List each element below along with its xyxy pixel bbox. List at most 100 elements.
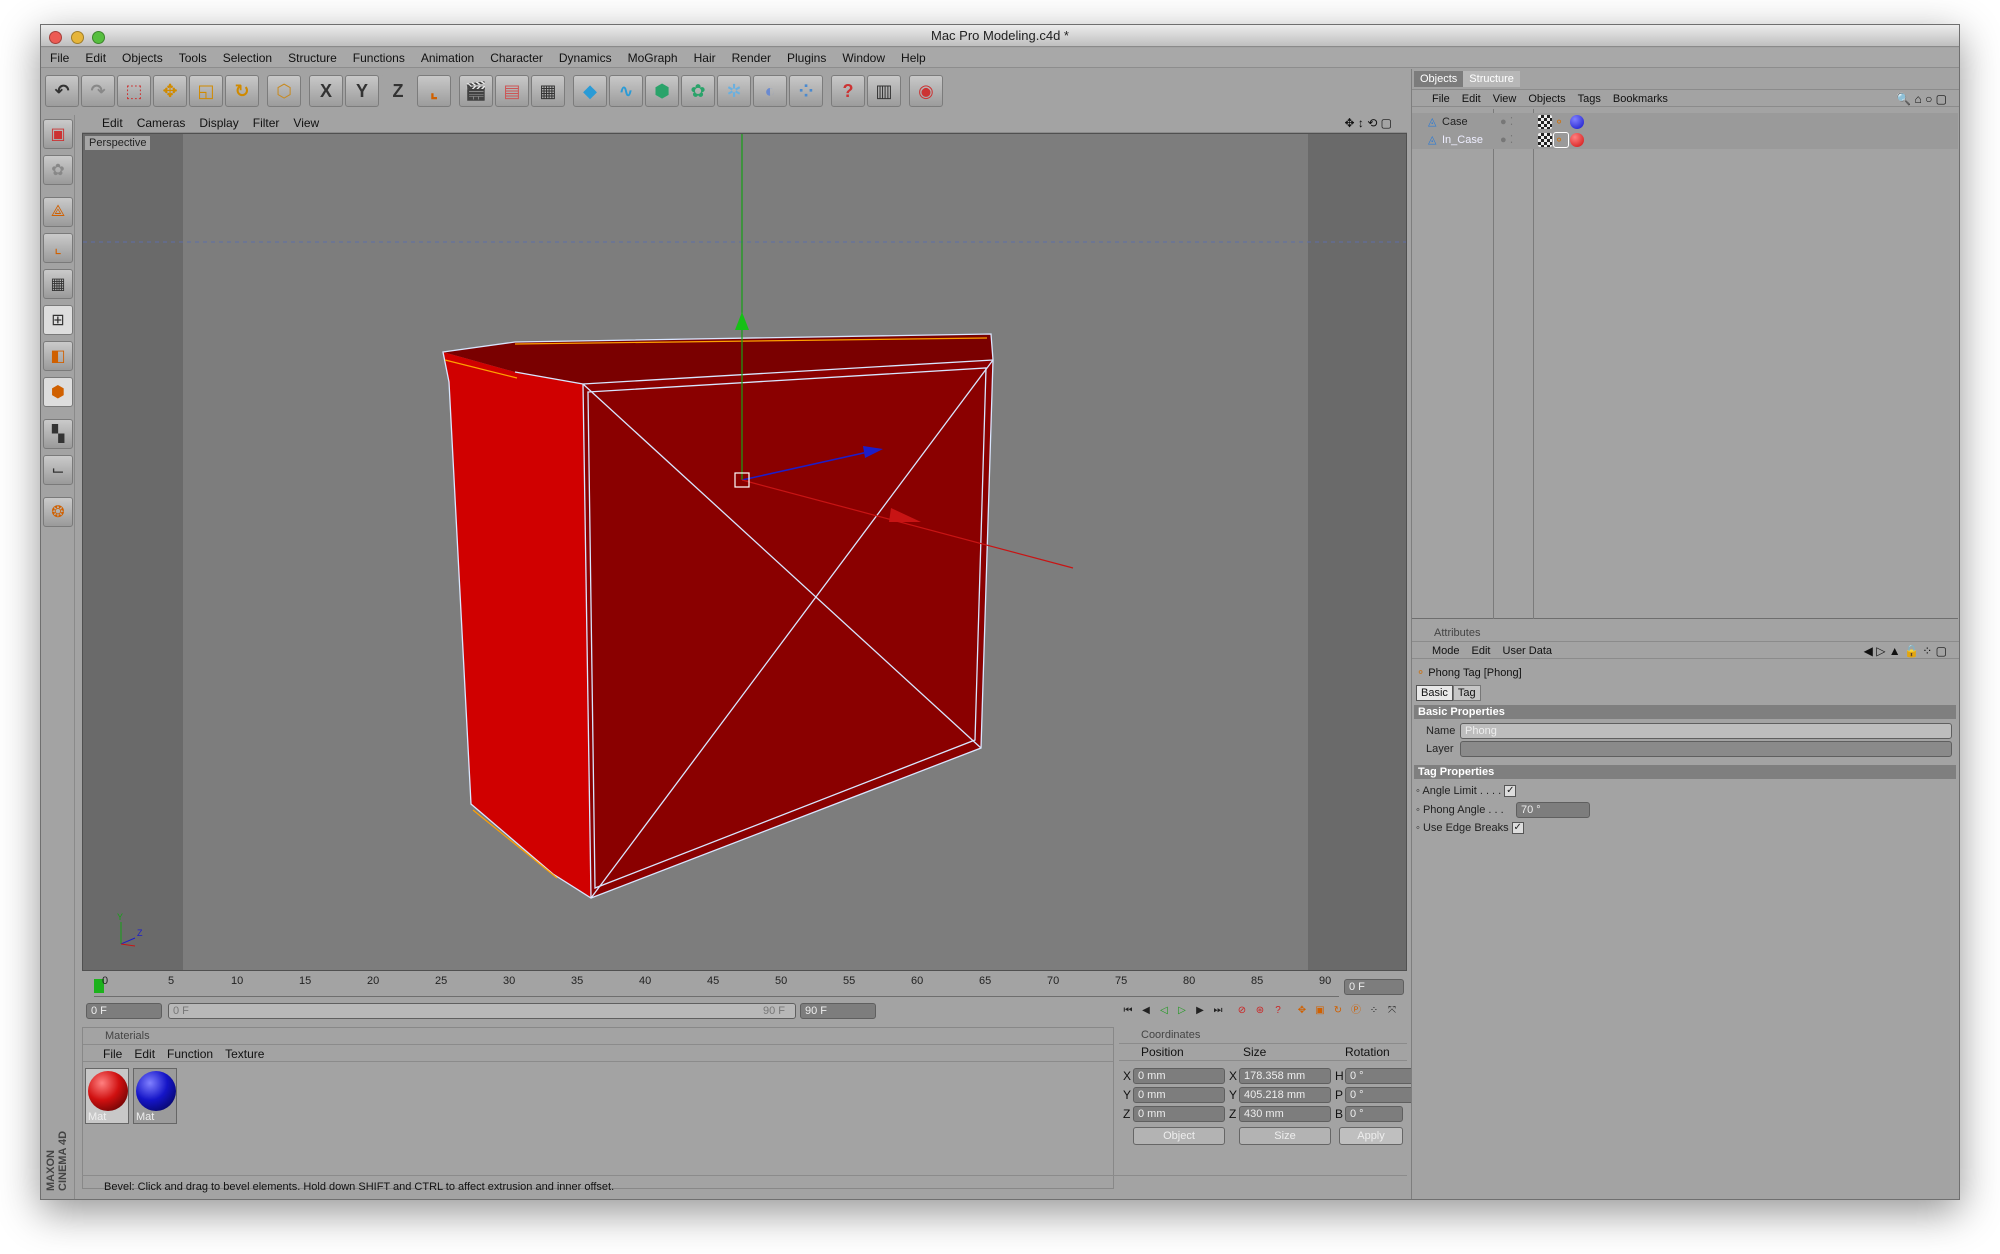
attr-nav-icons[interactable]: ◀ ▷ ▲ 🔒 ⁘ ▢ (1858, 642, 1953, 660)
particle-icon[interactable]: ⁘ (789, 75, 823, 107)
phong-tag-icon[interactable]: ⚬ (1554, 115, 1568, 129)
om-menu-bookmarks[interactable]: Bookmarks (1607, 90, 1674, 108)
materials-menu-function[interactable]: Function (161, 1045, 219, 1063)
go-to-start-icon[interactable]: ⏮ (1120, 1003, 1136, 1019)
menu-dynamics[interactable]: Dynamics (551, 48, 620, 68)
tab-objects[interactable]: Objects (1414, 71, 1464, 87)
angle-limit-checkbox[interactable]: ✓ (1504, 785, 1517, 798)
go-to-end-icon[interactable]: ⏭ (1210, 1003, 1226, 1019)
coord-size-select[interactable]: Size (1239, 1127, 1331, 1145)
viewport-nav-icons[interactable]: ✥ ↕ ⟲ ▢ (1338, 113, 1399, 133)
menu-edit[interactable]: Edit (77, 48, 114, 68)
key-rotation-icon[interactable]: ↻ (1330, 1003, 1346, 1019)
play-forward-icon[interactable]: ▷ (1174, 1003, 1190, 1019)
zoom-window-button[interactable] (92, 31, 106, 44)
scene-canvas[interactable]: Y Z (83, 134, 1407, 971)
live-select-icon[interactable]: ⬚ (117, 75, 151, 107)
object-mode-icon[interactable]: ⌞ (43, 233, 73, 263)
scale-icon[interactable]: ◱ (189, 75, 223, 107)
menu-tools[interactable]: Tools (171, 48, 215, 68)
phong-tag-icon[interactable]: ⚬ (1553, 132, 1569, 148)
key-parameter-icon[interactable]: Ⓟ (1348, 1003, 1364, 1019)
y-axis-handle[interactable] (735, 312, 749, 330)
menu-animation[interactable]: Animation (413, 48, 482, 68)
om-tool-icons[interactable]: 🔍 ⌂ ○ ▢ (1890, 90, 1953, 108)
deformer-icon[interactable]: ✲ (717, 75, 751, 107)
scene-icon[interactable]: ◐ (753, 75, 787, 107)
material-tag-icon[interactable] (1570, 133, 1584, 147)
move-icon[interactable]: ✥ (153, 75, 187, 107)
minimize-window-button[interactable] (70, 31, 84, 44)
menu-objects[interactable]: Objects (114, 48, 171, 68)
menu-character[interactable]: Character (482, 48, 551, 68)
key-pla-icon[interactable]: ⁘ (1366, 1003, 1382, 1019)
key-scale-icon[interactable]: ▣ (1312, 1003, 1328, 1019)
layer-field[interactable] (1460, 741, 1952, 757)
size-z-field[interactable]: 430 mm (1239, 1106, 1331, 1122)
material-swatch[interactable]: Mat (133, 1068, 177, 1124)
coord-mode-select[interactable]: Object (1133, 1127, 1225, 1145)
viewport[interactable]: Perspective Y Z (82, 133, 1407, 971)
viewport-menu-edit[interactable]: Edit (82, 113, 130, 133)
om-menu-tags[interactable]: Tags (1572, 90, 1607, 108)
tab-tag[interactable]: Tag (1452, 685, 1481, 701)
points-mode-icon[interactable]: ⊞ (43, 305, 73, 335)
object-icon[interactable]: ⬡ (267, 75, 301, 107)
undo-icon[interactable]: ↶ (45, 75, 79, 107)
frame-range-slider[interactable]: 0 F 90 F (168, 1003, 796, 1019)
viewport-menu-view[interactable]: View (286, 113, 326, 133)
visibility-dots-icon[interactable]: ● ⁚ (1500, 113, 1513, 131)
cube-icon[interactable]: ◆ (573, 75, 607, 107)
size-y-field[interactable]: 405.218 mm (1239, 1087, 1331, 1103)
attr-menu-mode[interactable]: Mode (1412, 642, 1466, 660)
menu-file[interactable]: File (41, 48, 77, 68)
menu-functions[interactable]: Functions (345, 48, 413, 68)
timeline-ruler[interactable]: 0 5 10 15 20 25 30 35 40 45 50 55 60 65 … (94, 975, 1339, 997)
menu-structure[interactable]: Structure (280, 48, 345, 68)
materials-menu-edit[interactable]: Edit (128, 1045, 161, 1063)
model-mode-icon[interactable]: ✿ (43, 155, 73, 185)
nurbs-icon[interactable]: ⬢ (645, 75, 679, 107)
render-picture-viewer-icon[interactable]: ▤ (495, 75, 529, 107)
viewport-menu-display[interactable]: Display (192, 113, 245, 133)
z-axis-icon[interactable]: Z (381, 75, 415, 107)
attr-menu-edit[interactable]: Edit (1466, 642, 1497, 660)
current-frame-field[interactable]: 0 F (1344, 979, 1404, 995)
position-y-field[interactable]: 0 mm (1133, 1087, 1225, 1103)
help-icon[interactable]: ? (831, 75, 865, 107)
close-window-button[interactable] (49, 31, 62, 44)
uv-mode-icon[interactable]: ⌙ (43, 455, 73, 485)
redo-icon[interactable]: ↷ (81, 75, 115, 107)
viewport-menu-filter[interactable]: Filter (246, 113, 287, 133)
menu-plugins[interactable]: Plugins (779, 48, 834, 68)
step-back-icon[interactable]: ◀ (1138, 1003, 1154, 1019)
attr-menu-user-data[interactable]: User Data (1497, 642, 1559, 660)
edges-mode-icon[interactable]: ◧ (43, 341, 73, 371)
render-settings-icon[interactable]: ▦ (531, 75, 565, 107)
visibility-dots-icon[interactable]: ● ⁚ (1500, 131, 1513, 149)
apply-button[interactable]: Apply (1339, 1127, 1403, 1145)
material-tag-icon[interactable] (1570, 115, 1584, 129)
render-view-icon[interactable]: 🎬 (459, 75, 493, 107)
array-icon[interactable]: ✿ (681, 75, 715, 107)
play-backward-icon[interactable]: ◁ (1156, 1003, 1172, 1019)
menu-window[interactable]: Window (834, 48, 893, 68)
materials-menu-file[interactable]: File (83, 1045, 128, 1063)
keyframe-selection-icon[interactable]: ? (1270, 1003, 1286, 1019)
end-frame-field[interactable]: 90 F (800, 1003, 876, 1019)
object-row-case[interactable]: ◬ Case ● ⁚ ⚬ (1412, 113, 1958, 131)
record-icon[interactable]: ⊘ (1234, 1003, 1250, 1019)
phong-angle-field[interactable]: 70 ° (1516, 802, 1590, 818)
menu-render[interactable]: Render (724, 48, 779, 68)
size-x-field[interactable]: 178.358 mm (1239, 1068, 1331, 1084)
om-menu-view[interactable]: View (1487, 90, 1523, 108)
menu-selection[interactable]: Selection (215, 48, 280, 68)
use-edge-breaks-checkbox[interactable]: ✓ (1511, 822, 1524, 835)
menu-hair[interactable]: Hair (686, 48, 724, 68)
web-icon[interactable]: ◉ (909, 75, 943, 107)
om-menu-file[interactable]: File (1412, 90, 1456, 108)
sculpt-icon[interactable]: ❂ (43, 497, 73, 527)
om-menu-objects[interactable]: Objects (1522, 90, 1571, 108)
spline-icon[interactable]: ∿ (609, 75, 643, 107)
position-x-field[interactable]: 0 mm (1133, 1068, 1225, 1084)
